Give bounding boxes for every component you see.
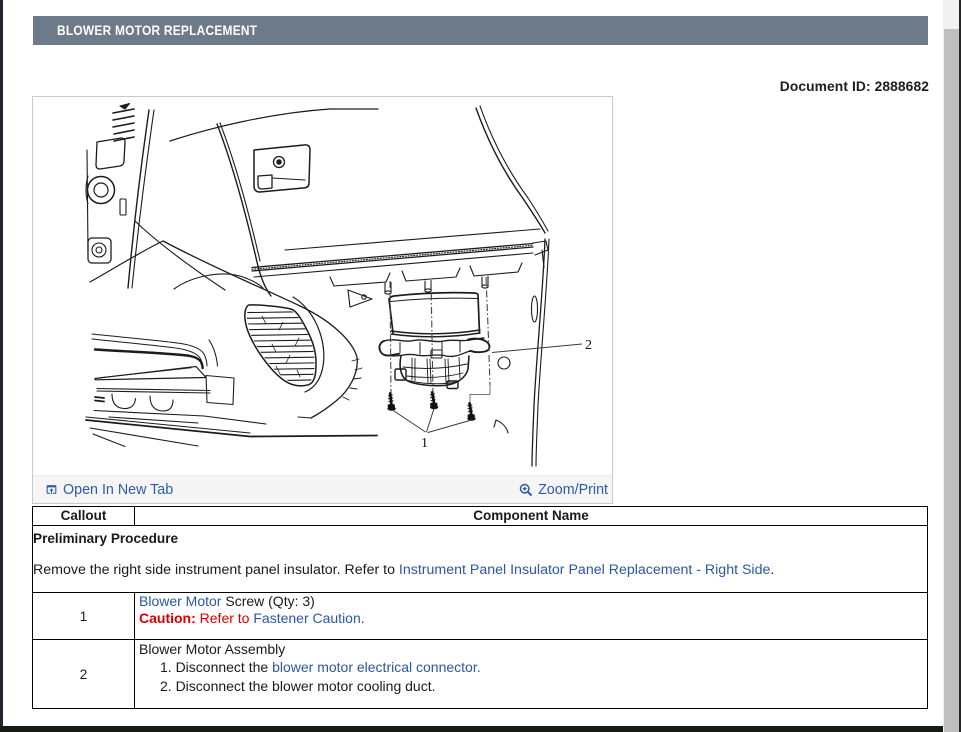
console-knob	[88, 177, 115, 204]
left-bracket	[348, 290, 372, 307]
console-slat-arrow	[120, 104, 130, 110]
figure-canvas: 1 2	[33, 97, 612, 474]
window-bottom-edge	[0, 726, 943, 732]
fastener-caution-link[interactable]: Fastener Caution	[253, 610, 360, 626]
vent-bezel	[293, 297, 324, 392]
figure-frame: 1 2 Open In New Tab Zoom/Print	[32, 96, 613, 504]
zoom-print-button[interactable]: Zoom/Print	[519, 482, 608, 498]
mounting-rail	[252, 247, 533, 271]
zoom-in-icon	[519, 483, 533, 497]
window-left-edge	[0, 0, 3, 732]
blower-motor-link[interactable]: Blower Motor	[139, 593, 221, 609]
glovebox-bottom-edge	[285, 229, 540, 250]
callout-1-label: 1	[421, 436, 428, 451]
preliminary-text-end: .	[770, 562, 774, 578]
console-display	[96, 138, 125, 169]
open-in-new-tab-label: Open In New Tab	[63, 482, 173, 498]
table-row-2: 2 Blower Motor Assembly 1. Disconnect th…	[33, 640, 928, 709]
page-title: BLOWER MOTOR REPLACEMENT	[33, 16, 928, 45]
step-2: 2. Disconnect the blower motor cooling d…	[160, 677, 923, 696]
glovebox-latch	[254, 145, 310, 192]
open-in-new-tab-button[interactable]: Open In New Tab	[45, 482, 173, 498]
preliminary-procedure-title: Preliminary Procedure	[33, 532, 925, 546]
table-header-row: Callout Component Name	[33, 507, 928, 526]
technical-illustration: 1 2	[33, 97, 612, 474]
console-button	[88, 238, 111, 263]
callout-1-cell: 1	[33, 593, 135, 640]
component-1-cell: Blower Motor Screw (Qty: 3) Caution: Ref…	[135, 593, 928, 640]
electrical-connector-link[interactable]: blower motor electrical connector.	[272, 659, 481, 675]
side-vent	[245, 305, 316, 386]
component-1-text: Screw (Qty: 3)	[221, 593, 314, 609]
insulator-panel	[95, 367, 206, 380]
component-2-cell: Blower Motor Assembly 1. Disconnect the …	[135, 640, 928, 709]
callout-column-header: Callout	[33, 507, 135, 526]
flange-right-ear	[468, 339, 489, 352]
dash-top-edge	[170, 109, 378, 141]
component-name-column-header: Component Name	[135, 507, 928, 526]
caution-period: .	[361, 610, 365, 626]
document-id: Document ID: 2888682	[780, 79, 929, 94]
table-row-1: 1 Blower Motor Screw (Qty: 3) Caution: R…	[33, 593, 928, 640]
caution-line: Caution: Refer to Fastener Caution.	[139, 610, 923, 627]
zoom-print-label: Zoom/Print	[538, 482, 608, 498]
caution-text: Refer to	[196, 610, 254, 626]
open-in-new-tab-icon	[45, 483, 58, 496]
page-title-text: BLOWER MOTOR REPLACEMENT	[57, 16, 257, 45]
component-1-name: Blower Motor Screw (Qty: 3)	[139, 593, 923, 610]
preliminary-row: Preliminary Procedure Remove the right s…	[33, 526, 928, 593]
component-table: Callout Component Name Preliminary Proce…	[32, 506, 928, 709]
preliminary-text: Remove the right side instrument panel i…	[33, 562, 399, 578]
component-2-name: Blower Motor Assembly	[139, 641, 923, 658]
callout-2-cell: 2	[33, 640, 135, 709]
caution-label: Caution:	[139, 610, 196, 626]
callout-1-leaders	[393, 409, 472, 433]
step-1-text: 1. Disconnect the	[160, 659, 272, 675]
figure-toolbar: Open In New Tab Zoom/Print	[33, 475, 612, 503]
cowl-panel	[532, 239, 545, 466]
console-vent-slats	[113, 109, 134, 141]
preliminary-cell: Preliminary Procedure Remove the right s…	[33, 526, 928, 593]
flange-left-ear	[379, 341, 399, 356]
step-1: 1. Disconnect the blower motor electrica…	[160, 658, 923, 677]
centerline-1	[390, 281, 391, 396]
callout-2-label: 2	[585, 338, 592, 353]
scrollbar-thumb[interactable]	[944, 29, 960, 732]
preliminary-procedure-text: Remove the right side instrument panel i…	[33, 563, 925, 577]
insulator-replacement-link[interactable]: Instrument Panel Insulator Panel Replace…	[399, 562, 770, 578]
